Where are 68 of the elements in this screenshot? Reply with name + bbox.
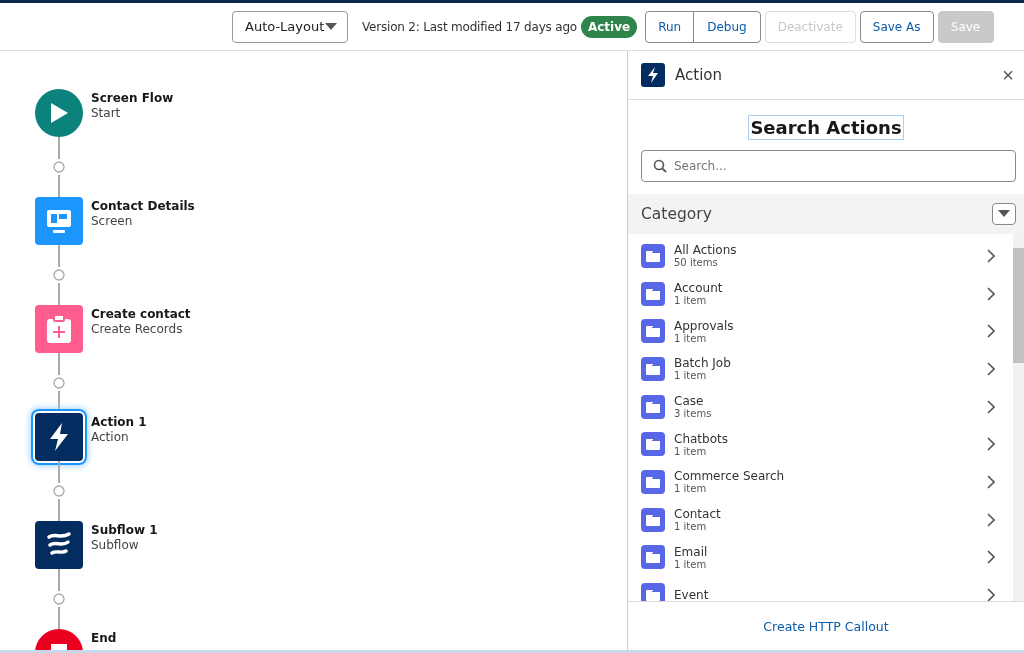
category-item[interactable]: All Actions 50 items — [641, 237, 1013, 275]
node-title: Action 1 — [91, 415, 147, 429]
node-title: Subflow 1 — [91, 523, 158, 537]
connector-icon — [53, 593, 65, 605]
folder-icon — [641, 356, 665, 381]
toolbar-button[interactable]: Save As — [859, 10, 934, 43]
panel-title: Action — [675, 66, 723, 84]
node-title: End — [91, 631, 117, 645]
node-subtitle: Screen — [91, 214, 134, 228]
folder-icon — [641, 545, 665, 570]
node-subtitle: Action — [91, 430, 130, 444]
connector-icon — [53, 161, 65, 173]
node-title: Contact Details — [91, 199, 195, 213]
node-icon[interactable] — [35, 89, 83, 137]
folder-icon — [641, 583, 665, 601]
chevron-icon — [987, 512, 995, 527]
folder-icon — [641, 432, 665, 457]
node-subtitle: Create Records — [91, 322, 184, 336]
folder-icon — [641, 319, 665, 344]
folder-icon — [641, 469, 665, 494]
category-item[interactable]: Email 1 item — [641, 538, 1013, 577]
layout-dropdown[interactable]: Auto-Layout — [232, 10, 348, 43]
category-item[interactable]: Batch Job 1 item — [641, 350, 1013, 388]
search-icon — [653, 159, 667, 173]
search-field[interactable]: Search... — [641, 150, 1016, 182]
toolbar-button[interactable]: Debug — [693, 10, 761, 43]
chevron-icon — [987, 248, 995, 263]
category-item[interactable]: Account 1 item — [641, 274, 1013, 313]
chevron-icon — [987, 550, 995, 565]
close-button[interactable]: × — [1002, 63, 1014, 87]
chevron-icon — [987, 324, 995, 339]
node-subtitle: Start — [91, 106, 122, 120]
panel-heading: Search Actions — [748, 115, 904, 140]
category-label: Category — [641, 205, 713, 223]
node-subtitle: Subflow — [91, 538, 140, 552]
category-item[interactable]: Commerce Search 1 item — [641, 463, 1013, 501]
category-item[interactable]: Event — [641, 576, 1013, 601]
toolbar-button[interactable]: Run — [645, 10, 695, 43]
chevron-icon — [987, 361, 995, 376]
chevron-icon — [987, 437, 995, 452]
folder-icon — [641, 507, 665, 532]
scrollbar[interactable] — [1013, 234, 1024, 601]
category-item[interactable]: Approvals 1 item — [641, 312, 1013, 351]
create-http-callout-link[interactable]: Create HTTP Callout — [763, 618, 889, 634]
category-item[interactable]: Chatbots 1 item — [641, 425, 1013, 464]
connector-icon — [53, 485, 65, 497]
category-item[interactable]: Contact 1 item — [641, 500, 1013, 539]
node-icon[interactable] — [35, 305, 83, 353]
chevron-icon — [987, 588, 995, 601]
category-dropdown[interactable] — [992, 203, 1016, 225]
node-icon[interactable] — [35, 197, 83, 245]
node-icon[interactable] — [35, 521, 83, 569]
status-badge: Active — [580, 15, 638, 38]
node-title: Create contact — [91, 307, 191, 321]
folder-icon — [641, 394, 665, 419]
chevron-icon — [987, 399, 995, 414]
category-item[interactable]: Case 3 items — [641, 387, 1013, 426]
caret-icon — [998, 210, 1010, 218]
folder-icon — [641, 243, 665, 268]
connector-icon — [53, 269, 65, 281]
lightning-icon — [641, 63, 665, 87]
chevron-icon — [987, 474, 995, 489]
folder-icon — [641, 281, 665, 306]
caret-icon — [325, 22, 337, 31]
chevron-icon — [987, 286, 995, 301]
connector-icon — [53, 377, 65, 389]
version-info: Version 2: Last modified 17 days ago — [362, 19, 577, 34]
node-title: Screen Flow — [91, 91, 174, 105]
